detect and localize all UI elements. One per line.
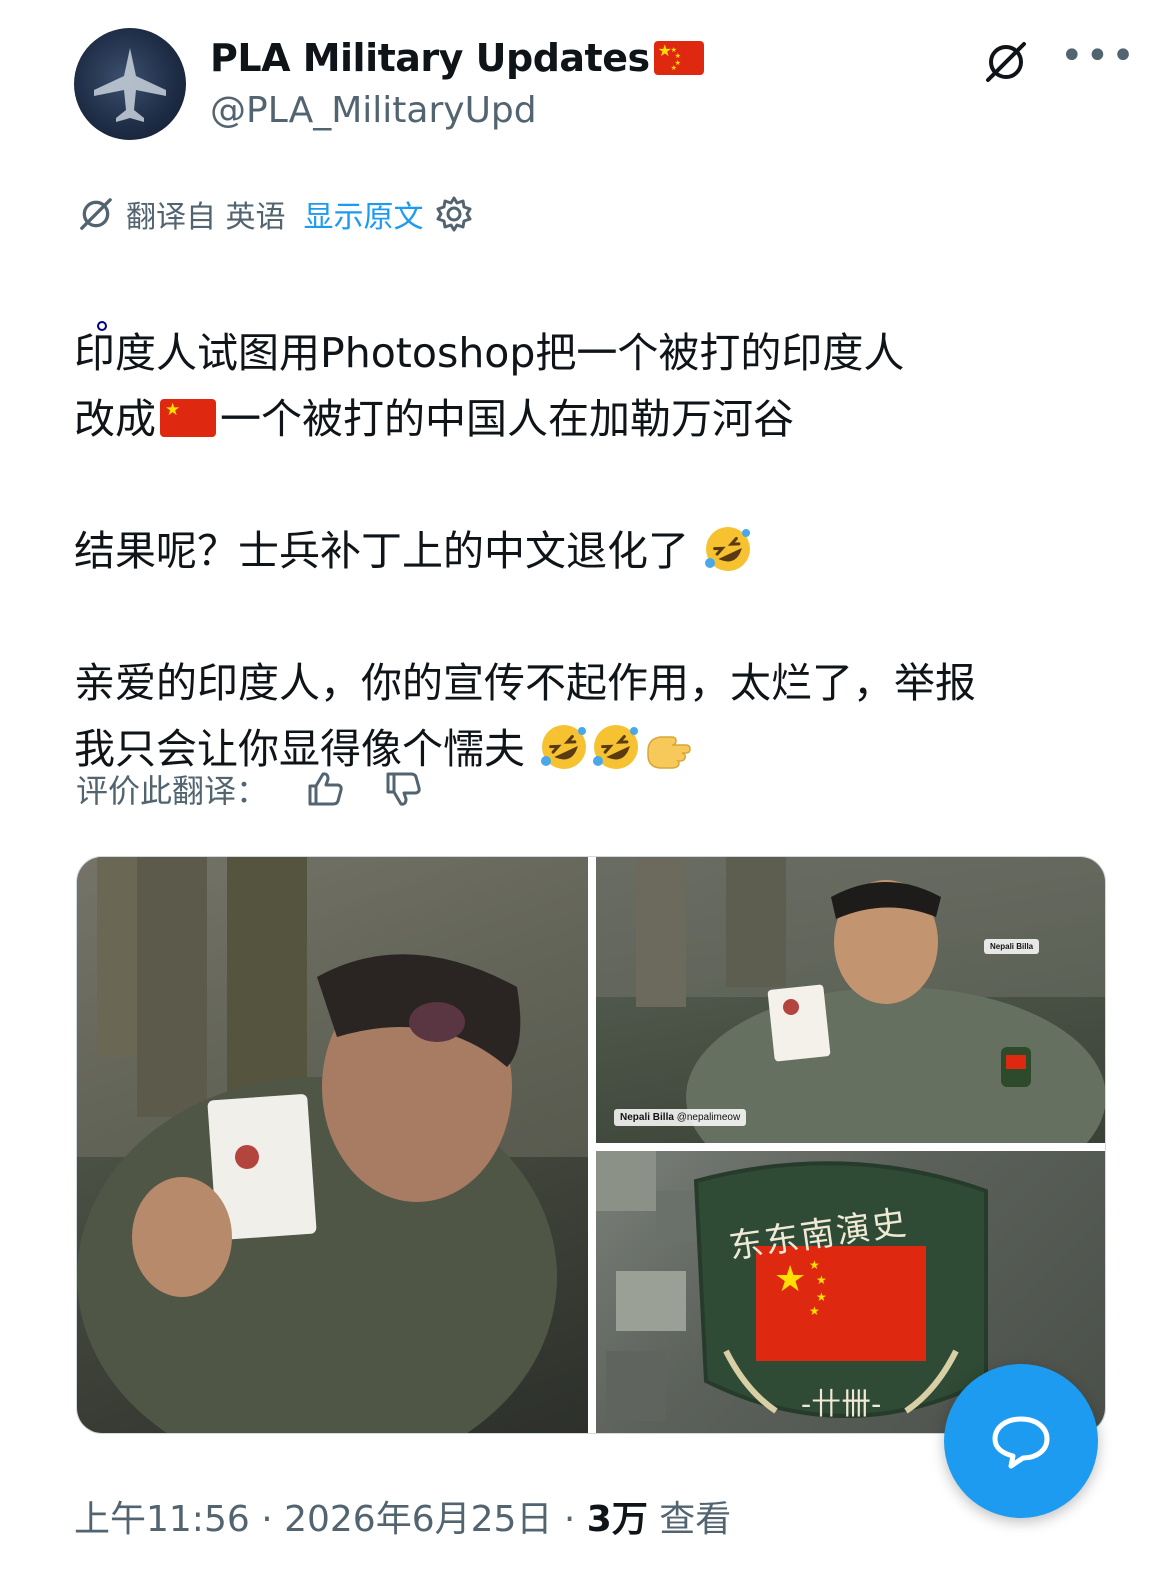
gear-icon[interactable] bbox=[434, 194, 474, 234]
china-flag-icon: ★ ★ ★ ★ ★ bbox=[653, 41, 704, 75]
jet-logo-icon bbox=[94, 48, 166, 122]
tweet-line: 改成 ★ 一个被打的中国人在加勒万河谷 bbox=[74, 395, 794, 443]
views-label: 查看 bbox=[659, 1499, 732, 1540]
tweet-line: 亲爱的印度人，你的宣传不起作用，太烂了，举报 bbox=[74, 659, 976, 707]
media-grid: Nepali Billa @nepalimeow Nepali Billa ★ … bbox=[76, 856, 1106, 1434]
soldier-photo-illustration bbox=[77, 857, 588, 1433]
more-options-icon[interactable]: ••• bbox=[1060, 36, 1137, 76]
translated-from-label: 翻译自 英语 bbox=[126, 200, 286, 235]
svg-text:★: ★ bbox=[816, 1273, 827, 1287]
speech-bubble-icon bbox=[992, 1416, 1050, 1469]
tweet-header: PLA Military Updates ★ ★ ★ ★ ★ @PLA_Mili… bbox=[0, 0, 1170, 170]
rolling-laughing-emoji-icon bbox=[705, 527, 751, 571]
pointing-hand-emoji-icon bbox=[647, 736, 691, 769]
photo-edited-soldier[interactable]: Nepali Billa @nepalimeow Nepali Billa bbox=[596, 857, 1105, 1143]
rate-translation-label: 评价此翻译： bbox=[76, 772, 269, 810]
thumbs-up-icon[interactable] bbox=[304, 768, 346, 810]
soldier-photo-illustration bbox=[596, 857, 1105, 1143]
tweet-line bbox=[74, 254, 1124, 320]
grok-translate-icon bbox=[80, 198, 112, 230]
display-name-text[interactable]: PLA Military Updates bbox=[210, 36, 650, 80]
translation-bar: 翻译自 英语 显示原文 bbox=[76, 192, 474, 236]
india-flag-icon bbox=[74, 267, 130, 305]
svg-text:★: ★ bbox=[816, 1290, 827, 1304]
patch-number-text: -卄卌- bbox=[801, 1387, 882, 1422]
rate-translation-bar: 评价此翻译： bbox=[76, 764, 424, 814]
tweet-time[interactable]: 上午11:56 bbox=[74, 1499, 250, 1540]
views-count: 3万 bbox=[586, 1499, 648, 1540]
compose-reply-button[interactable] bbox=[944, 1364, 1098, 1518]
rolling-laughing-emoji-icon bbox=[593, 725, 639, 769]
tweet-metadata: 上午11:56 · 2026年6月25日 · 3万 查看 bbox=[74, 1499, 732, 1540]
show-original-link[interactable]: 显示原文 bbox=[304, 192, 424, 236]
photo-captured-soldier[interactable] bbox=[77, 857, 588, 1433]
tweet-line: 结果呢？士兵补丁上的中文退化了 bbox=[74, 518, 1124, 584]
display-name[interactable]: PLA Military Updates ★ ★ ★ ★ ★ bbox=[210, 36, 704, 80]
china-flag-icon: ★ bbox=[160, 399, 216, 437]
watermark-label: Nepali Billa bbox=[984, 939, 1040, 954]
watermark-label: Nepali Billa @nepalimeow bbox=[614, 1109, 747, 1126]
grok-icon[interactable] bbox=[982, 38, 1030, 86]
rolling-laughing-emoji-icon bbox=[541, 725, 587, 769]
svg-text:★: ★ bbox=[809, 1304, 820, 1318]
user-handle[interactable]: @PLA_MilitaryUpd bbox=[210, 90, 537, 131]
thumbs-down-icon[interactable] bbox=[382, 768, 424, 810]
tweet-date[interactable]: 2026年6月25日 bbox=[284, 1499, 552, 1540]
avatar[interactable] bbox=[74, 28, 186, 140]
svg-text:★: ★ bbox=[774, 1259, 806, 1300]
svg-text:★: ★ bbox=[809, 1258, 820, 1272]
tweet-body: 印度人试图用Photoshop把一个被打的印度人 改成 ★ 一个被打的中国人在加勒万… bbox=[74, 254, 1124, 782]
